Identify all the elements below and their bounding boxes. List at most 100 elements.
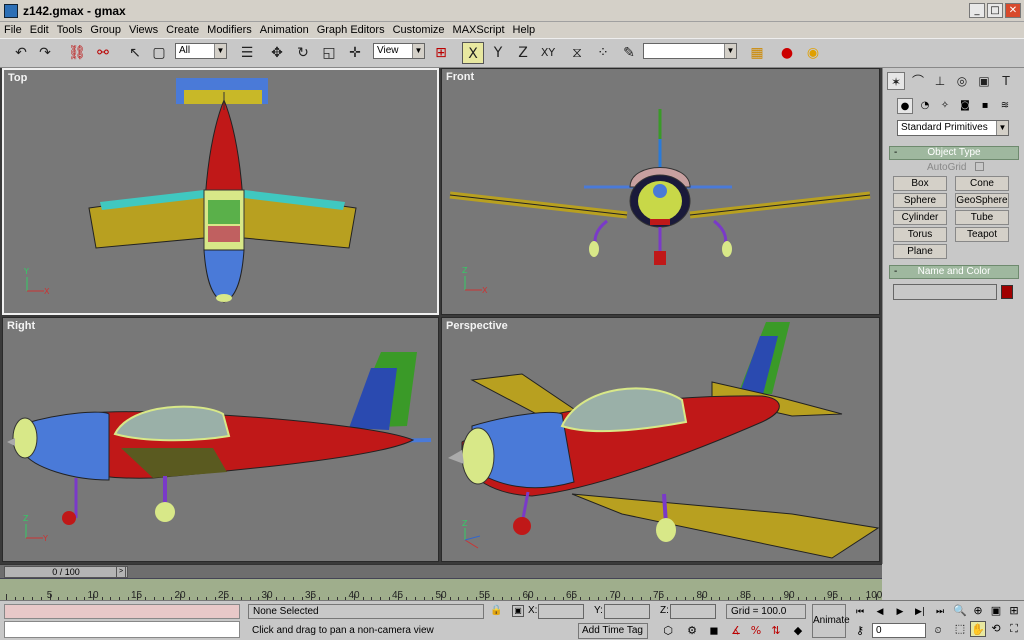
cameras-icon[interactable]: ◙ [957,98,973,114]
shapes-icon[interactable]: ◔ [917,98,933,114]
material-editor-icon[interactable]: ◉ [802,42,824,64]
lock-selection-icon[interactable]: 🔒 [490,605,502,616]
object-color-swatch[interactable] [1001,285,1013,299]
move-icon[interactable]: ✥ [266,42,288,64]
menu-help[interactable]: Help [509,22,540,38]
select-by-name-icon[interactable]: ☰ [236,42,258,64]
animate-button[interactable]: Animate [812,604,850,638]
scale-icon[interactable]: ◱ [318,42,340,64]
reference-coordinate-dropdown[interactable]: View ▼ [373,43,425,59]
menu-edit[interactable]: Edit [26,22,53,38]
x-coordinate-field[interactable] [538,604,584,619]
sphere-button[interactable]: Sphere [893,193,947,208]
viewport-label[interactable]: Perspective [446,320,508,332]
menu-customize[interactable]: Customize [389,22,449,38]
maxscript-listener-input[interactable] [4,621,240,638]
render-scene-icon[interactable]: ● [776,42,798,64]
modify-tab-icon[interactable]: ⌒ [909,72,927,90]
named-selection-dropdown[interactable]: ▼ [643,43,737,59]
track-bar[interactable]: 5 10 15 20 25 30 35 40 45 50 55 60 65 70 75 80 85 90 95 100 [0,578,882,601]
add-time-tag-button[interactable]: Add Time Tag [578,623,648,639]
region-zoom-icon[interactable]: ⬚ [952,621,968,637]
restrict-y-button[interactable]: Y [487,42,509,64]
maximize-viewport-icon[interactable]: ⛶ [1006,621,1022,637]
restrict-x-button[interactable]: X [462,42,484,64]
plane-button[interactable]: Plane [893,244,947,259]
time-slider[interactable]: 0 / 100 [4,566,128,578]
primitive-category-dropdown[interactable]: Standard Primitives ▼ [897,120,1009,136]
pan-icon[interactable]: ✋ [970,621,986,637]
z-coordinate-field[interactable] [670,604,716,619]
motion-tab-icon[interactable]: ◎ [953,72,971,90]
snaps-toggle-icon[interactable]: ◼ [706,624,722,638]
undo-icon[interactable]: ↶ [10,42,32,64]
transform-gizmo-icon[interactable]: ✛ [344,42,366,64]
display-tab-icon[interactable]: ▣ [975,72,993,90]
zoom-icon[interactable]: 🔍 [952,603,968,619]
menu-group[interactable]: Group [86,22,125,38]
snap-icon[interactable]: ✎ [618,42,640,64]
cylinder-button[interactable]: Cylinder [893,210,947,225]
selection-region-icon[interactable]: ▢ [148,42,170,64]
zoom-extents-all-icon[interactable]: ⊞ [1006,603,1022,619]
menu-file[interactable]: File [0,22,26,38]
autogrid-checkbox[interactable] [975,162,984,171]
degradation-override-icon[interactable]: ⚙ [684,624,700,638]
space-warps-icon[interactable]: ≋ [997,98,1013,114]
menu-graph-editors[interactable]: Graph Editors [313,22,389,38]
angle-snap-icon[interactable]: ∡ [728,624,744,638]
viewport-perspective[interactable]: Perspective Z [441,317,880,562]
go-to-start-icon[interactable]: ⏮ [852,605,868,619]
spinner-snap-icon[interactable]: ⇅ [768,624,784,638]
zoom-extents-icon[interactable]: ▣ [988,603,1004,619]
next-frame-icon[interactable]: ▶| [912,605,928,619]
menu-tools[interactable]: Tools [53,22,87,38]
object-type-rollout[interactable]: - Object Type [889,146,1019,160]
teapot-button[interactable]: Teapot [955,227,1009,242]
maximize-button[interactable]: □ [987,3,1003,18]
key-mode-icon[interactable]: ◆ [790,624,806,638]
array-icon[interactable]: ⁘ [592,42,614,64]
time-configuration-icon[interactable]: ⏲ [930,624,946,638]
rotate-icon[interactable]: ↻ [292,42,314,64]
viewport-label[interactable]: Right [7,320,35,332]
maxscript-listener-output[interactable] [4,604,240,619]
pivot-center-icon[interactable]: ⊞ [430,42,452,64]
redo-icon[interactable]: ↷ [34,42,56,64]
name-and-color-rollout[interactable]: - Name and Color [889,265,1019,279]
zoom-all-icon[interactable]: ⊕ [970,603,986,619]
viewport-label[interactable]: Top [8,72,27,84]
absolute-mode-icon[interactable]: ▣ [512,605,524,617]
lights-icon[interactable]: ✧ [937,98,953,114]
crossing-selection-icon[interactable]: ⬡ [660,624,676,638]
viewport-right[interactable]: Right Z Y [2,317,439,562]
menu-views[interactable]: Views [125,22,162,38]
percent-snap-icon[interactable]: % [748,624,764,638]
geosphere-button[interactable]: GeoSphere [955,193,1009,208]
box-button[interactable]: Box [893,176,947,191]
create-tab-icon[interactable]: ✶ [887,72,905,90]
viewport-top[interactable]: Top Y X [2,68,439,315]
key-icon[interactable]: ⚷ [852,624,868,638]
align-icon[interactable]: ▦ [746,42,768,64]
play-icon[interactable]: ▶ [892,605,908,619]
menu-modifiers[interactable]: Modifiers [203,22,256,38]
arc-rotate-icon[interactable]: ⟲ [988,621,1004,637]
next-frame-arrow-icon[interactable]: > [116,566,126,578]
hierarchy-tab-icon[interactable]: ⊥ [931,72,949,90]
cone-button[interactable]: Cone [955,176,1009,191]
utilities-tab-icon[interactable]: T [997,72,1015,90]
close-button[interactable]: ✕ [1005,3,1021,18]
menu-animation[interactable]: Animation [256,22,313,38]
restrict-xy-button[interactable]: XY [537,42,559,64]
viewport-label[interactable]: Front [446,71,474,83]
torus-button[interactable]: Torus [893,227,947,242]
select-and-link-icon[interactable]: ⛓ [66,42,88,64]
tube-button[interactable]: Tube [955,210,1009,225]
mirror-icon[interactable]: ⧖ [566,42,588,64]
menu-create[interactable]: Create [162,22,203,38]
helpers-icon[interactable]: ▪ [977,98,993,114]
geometry-icon[interactable]: ● [897,98,913,114]
selection-filter-dropdown[interactable]: All ▼ [175,43,227,59]
current-frame-field[interactable]: 0 [872,623,926,638]
